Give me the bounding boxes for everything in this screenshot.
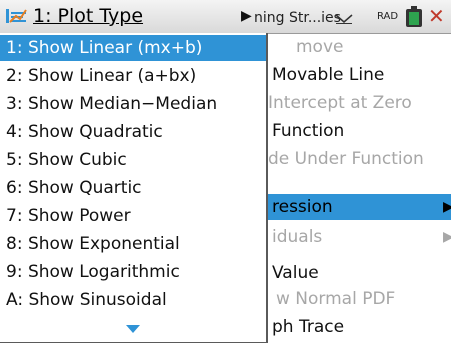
menu-item-label: move (296, 37, 344, 57)
menu-item-show-normal-pdf[interactable]: w Normal PDF (256, 286, 451, 312)
submenu-item-label: 1: Show Linear (mx+b) (6, 38, 203, 58)
close-icon[interactable]: ✕ (428, 4, 445, 28)
submenu-item-show-linear-a-bx[interactable]: 2: Show Linear (a+bx) (0, 63, 266, 89)
submenu-item-show-sinusoidal[interactable]: A: Show Sinusoidal (0, 287, 266, 313)
submenu-item-label: 8: Show Exponential (6, 234, 180, 254)
submenu-item-label: 9: Show Logarithmic (6, 262, 180, 282)
menu-item-label: Function (272, 121, 345, 141)
menu-item-residuals[interactable]: iduals ▶ (256, 224, 451, 250)
menu-item-label: Value (272, 263, 319, 283)
submenu-item-label: 7: Show Power (6, 206, 131, 226)
menu-item-label: ph Trace (272, 317, 345, 337)
submenu-item-show-quartic[interactable]: 6: Show Quartic (0, 175, 266, 201)
menu-item-plot-value[interactable]: Value (256, 260, 451, 286)
submenu-item-show-power[interactable]: 7: Show Power (0, 203, 266, 229)
battery-icon (406, 6, 422, 27)
menu-item-label: w Normal PDF (276, 289, 396, 309)
menu-item-label: ression (272, 197, 333, 217)
menu-item-regression[interactable]: ression ▶ (256, 194, 451, 220)
submenu-item-show-logarithmic[interactable]: 9: Show Logarithmic (0, 259, 266, 285)
submenu-item-show-exponential[interactable]: 8: Show Exponential (0, 231, 266, 257)
submenu-item-label: 5: Show Cubic (6, 150, 127, 170)
menu-item-label: Movable Line (272, 65, 385, 85)
menu-item-shade-under-function[interactable]: de Under Function (256, 146, 451, 172)
submenu-arrow-icon: ▶ (443, 199, 451, 215)
angle-mode-indicator: RAD (377, 11, 399, 22)
submenu-item-label: 4: Show Quadratic (6, 122, 163, 142)
dropdown-arrow-icon[interactable] (335, 14, 353, 24)
menu-item-movable-line[interactable]: Movable Line (256, 62, 451, 88)
scroll-down-icon[interactable] (126, 325, 140, 334)
menu-item-plot-function[interactable]: Function (256, 118, 451, 144)
submenu-item-show-cubic[interactable]: 5: Show Cubic (0, 147, 266, 173)
document-tab[interactable]: ning Str...ies (254, 10, 341, 26)
submenu-item-show-median-median[interactable]: 3: Show Median−Median (0, 91, 266, 117)
submenu-item-label: 6: Show Quartic (6, 178, 142, 198)
submenu-item-show-linear-mx-b[interactable]: 1: Show Linear (mx+b) (0, 35, 266, 61)
menu-item-remove[interactable]: move (256, 34, 451, 60)
analyze-menu: move Movable Line Intercept at Zero Func… (256, 34, 451, 343)
menu-item-label: de Under Function (268, 149, 424, 169)
menu-item-label: iduals (272, 227, 323, 247)
submenu-item-label: 3: Show Median−Median (6, 94, 218, 114)
plot-type-icon (6, 9, 27, 23)
menu-item-label: Intercept at Zero (268, 93, 412, 113)
submenu-item-label: A: Show Sinusoidal (6, 290, 167, 310)
submenu-arrow-icon: ▶ (241, 8, 252, 24)
menu-item-graph-trace[interactable]: ph Trace (256, 314, 451, 340)
submenu-item-label: 2: Show Linear (a+bx) (6, 66, 197, 86)
submenu-arrow-icon: ▶ (443, 229, 451, 245)
title-bar: 1: Plot Type ▶ ning Str...ies RAD ✕ (0, 0, 451, 34)
menu-title[interactable]: 1: Plot Type (33, 5, 143, 27)
menu-item-intercept-zero[interactable]: Intercept at Zero (256, 90, 451, 116)
regression-submenu: 1: Show Linear (mx+b) 2: Show Linear (a+… (0, 33, 268, 343)
submenu-item-show-quadratic[interactable]: 4: Show Quadratic (0, 119, 266, 145)
